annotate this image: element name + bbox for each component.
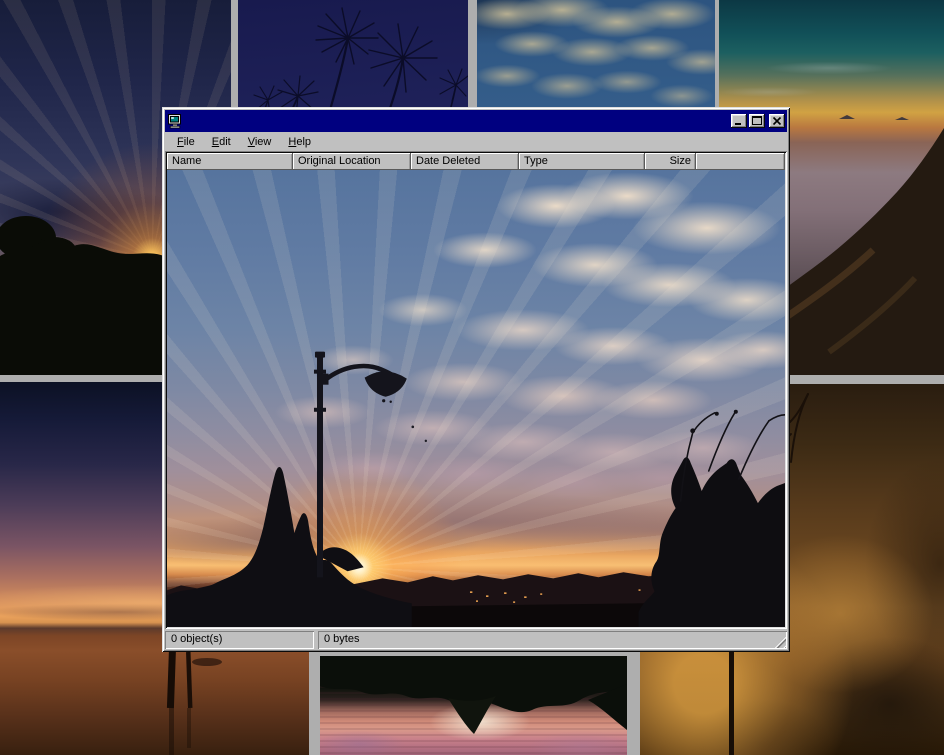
- minimize-button[interactable]: [731, 114, 747, 128]
- resize-grip[interactable]: [774, 636, 786, 648]
- computer-icon: [167, 113, 183, 129]
- menu-edit[interactable]: Edit: [206, 134, 237, 150]
- status-bar: 0 object(s) 0 bytes: [165, 631, 787, 649]
- lamp-sunset-photo: [167, 170, 785, 627]
- column-header-row: Name Original Location Date Deleted Type…: [167, 153, 785, 170]
- wallpaper-water-reflection-photo: [320, 656, 627, 755]
- desktop: File Edit View Help Name Original Locati…: [0, 0, 944, 755]
- photo-silhouettes: [167, 170, 785, 627]
- status-bytes-label: 0 bytes: [324, 633, 359, 645]
- column-header-size[interactable]: Size: [645, 153, 696, 170]
- maximize-icon: [749, 114, 765, 128]
- column-header-original-location[interactable]: Original Location: [293, 153, 411, 170]
- menu-help[interactable]: Help: [282, 134, 317, 150]
- recycle-bin-window: File Edit View Help Name Original Locati…: [162, 107, 790, 652]
- column-header-type[interactable]: Type: [519, 153, 645, 170]
- column-header-date-deleted[interactable]: Date Deleted: [411, 153, 519, 170]
- tree-reflection-silhouette: [320, 656, 627, 755]
- maximize-button[interactable]: [749, 114, 765, 128]
- close-button[interactable]: [769, 114, 785, 128]
- menu-view[interactable]: View: [242, 134, 278, 150]
- menu-bar: File Edit View Help: [165, 132, 787, 151]
- status-bytes: 0 bytes: [318, 631, 787, 649]
- minimize-icon: [731, 114, 747, 128]
- menu-file[interactable]: File: [171, 134, 201, 150]
- column-header-filler: [696, 153, 785, 170]
- close-icon: [769, 114, 785, 128]
- status-object-count: 0 object(s): [165, 631, 314, 649]
- file-list-view: Name Original Location Date Deleted Type…: [165, 151, 787, 629]
- column-header-name[interactable]: Name: [167, 153, 293, 170]
- window-titlebar[interactable]: [165, 110, 787, 132]
